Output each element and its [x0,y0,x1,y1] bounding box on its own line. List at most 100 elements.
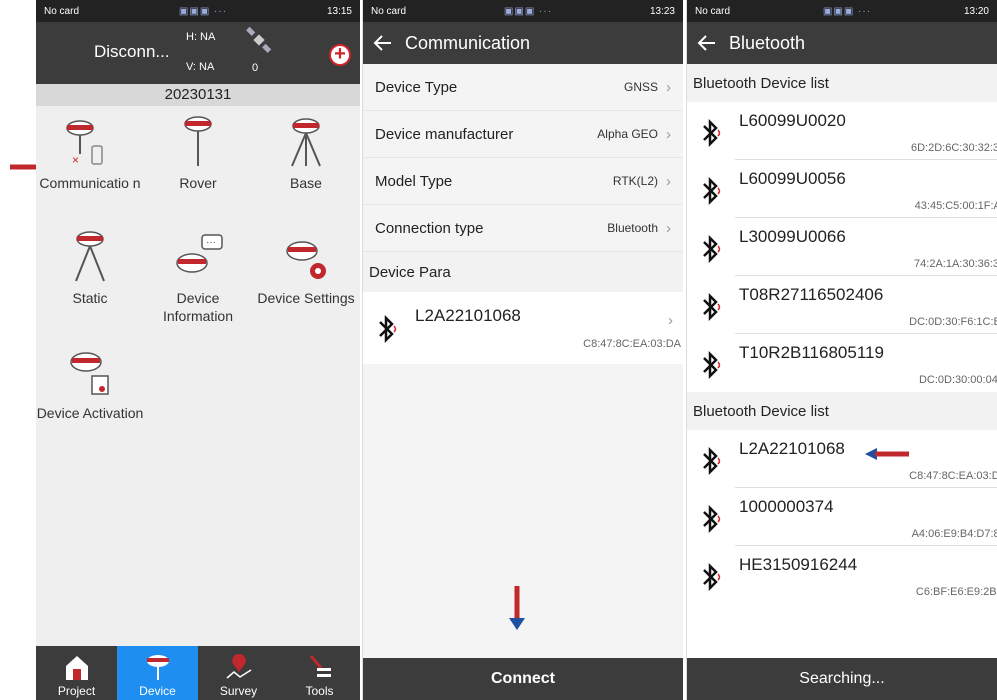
satellite-count: 0 [252,62,259,74]
status-icons: ▣▣▣ ··· [178,5,228,17]
device-row[interactable]: L2A22101068 › C8:47:8C:EA:03:DA [363,292,683,364]
device-name: T10R2B116805119 [739,343,884,362]
bluetooth-device-row[interactable]: 1000000374 A4:06:E9:B4:D7:8A [687,488,997,546]
device-mac: A4:06:E9:B4:D7:8A [911,528,997,540]
page-title: Communication [405,32,531,53]
carrier-text: No card [371,5,407,17]
tools-icon [309,655,331,677]
status-bar: No card ▣▣▣ ··· 13:15 [36,0,360,22]
tile-rover[interactable]: Rover [144,106,252,221]
tab-project[interactable]: Project [36,646,117,700]
add-button[interactable]: + [329,44,351,66]
header-bar: Bluetooth [687,22,997,64]
setting-device-manufacturer[interactable]: Device manufacturer Alpha GEO › [363,111,683,158]
chevron-right-icon: › [666,125,671,143]
bluetooth-icon [703,562,721,592]
device-name: L60099U0056 [739,169,846,188]
base-icon [291,118,321,167]
tile-label: Device Settings [257,290,355,306]
bluetooth-icon [703,504,721,534]
device-mac: 43:45:C5:00:1F:A4 [914,200,997,212]
page-title: Bluetooth [729,32,806,53]
communication-icon: × [66,120,103,167]
tile-static[interactable]: Static [36,221,144,336]
status-icons: ▣▣▣ ··· [503,5,553,17]
setting-device-type[interactable]: Device Type GNSS › [363,64,683,111]
clock: 13:15 [326,5,352,17]
back-arrow-icon[interactable] [697,33,717,53]
device-mac: C8:47:8C:EA:03:DA [909,470,997,482]
tab-tools[interactable]: Tools [279,646,360,700]
tile-label: Device Activation [36,405,144,421]
bluetooth-icon [703,118,721,148]
tile-label: Static [72,290,108,306]
chevron-right-icon: › [666,172,671,190]
header-bar: Disconn... H: NA V: NA 0 + [36,22,360,84]
device-mac: C6:BF:E6:E9:2B:E [915,586,997,598]
device-mac: DC:0D:30:F6:1C:B7 [909,316,997,328]
device-name: 1000000374 [739,497,834,516]
device-name: L60099U0020 [739,111,846,130]
carrier-text: No card [695,5,731,17]
bluetooth-device-row[interactable]: L2A22101068 C8:47:8C:EA:03:DA [687,430,997,488]
tile-device-settings[interactable]: Device Settings [252,221,360,336]
searching-button[interactable]: Searching... [687,658,997,700]
device-name: L2A22101068 [415,306,521,325]
device-information-icon: ··· [176,234,223,273]
rover-icon [184,116,212,166]
svg-text:×: × [72,153,79,167]
annotation-arrow-left-icon [865,448,909,460]
device-panel: No card ▣▣▣ ··· 13:15 Disconn... H: NA V… [36,0,360,700]
device-mac: 6D:2D:6C:30:32:3C [911,142,997,154]
status-bar: No card ▣▣▣ ··· 13:23 [363,0,683,22]
bluetooth-device-row[interactable]: T08R27116502406 DC:0D:30:F6:1C:B7 [687,276,997,334]
tile-label: Base [290,175,322,191]
tab-device[interactable]: Device [117,646,198,700]
bluetooth-device-row[interactable]: L60099U0020 6D:2D:6C:30:32:3C [687,102,997,160]
device-name: L2A22101068 [739,439,845,458]
device-name: L30099U0066 [739,227,846,246]
section-bluetooth-list: Bluetooth Device list [687,392,997,430]
tile-device-activation[interactable]: Device Activation [36,336,144,451]
device-icon [146,655,169,680]
connect-button[interactable]: Connect [363,658,683,700]
status-bar: No card ▣▣▣ ··· 13:20 [687,0,997,22]
device-name: HE3150916244 [739,555,858,574]
satellite-icon [246,26,272,53]
tile-label: Device Information [162,290,234,324]
device-name: T08R27116502406 [739,285,884,304]
setting-model-type[interactable]: Model Type RTK(L2) › [363,158,683,205]
setting-connection-type[interactable]: Connection type Bluetooth › [363,205,683,252]
tile-base[interactable]: Base [252,106,360,221]
bluetooth-device-row[interactable]: HE3150916244 C6:BF:E6:E9:2B:E [687,546,997,604]
back-arrow-icon[interactable] [373,33,393,53]
bluetooth-panel: No card ▣▣▣ ··· 13:20 Bluetooth Bluetoot… [686,0,997,700]
bluetooth-device-row[interactable]: L60099U0056 43:45:C5:00:1F:A4 [687,160,997,218]
device-mac: C8:47:8C:EA:03:DA [583,338,681,350]
tab-survey[interactable]: Survey [198,646,279,700]
annotation-arrow-down-icon [509,586,525,630]
chevron-right-icon: › [666,78,671,96]
bluetooth-device-row[interactable]: T10R2B116805119 DC:0D:30:00:04:1 [687,334,997,392]
device-activation-icon [70,352,109,395]
tile-label: Communicatio n [39,175,141,191]
device-mac: DC:0D:30:00:04:1 [918,374,997,386]
svg-text:···: ··· [206,237,216,248]
bluetooth-icon [703,350,721,380]
bluetooth-icon [379,314,397,344]
v-precision: V: NA [186,61,215,73]
project-icon [65,656,88,680]
bluetooth-icon [703,176,721,206]
tile-label: Rover [179,175,217,191]
static-icon [75,231,105,282]
status-icons: ▣▣▣ ··· [822,5,872,17]
tile-communication[interactable]: × Communicatio n [36,106,144,221]
project-date: 20230131 [36,84,360,106]
carrier-text: No card [44,5,80,17]
clock: 13:23 [649,5,675,17]
bluetooth-icon [703,292,721,322]
tile-device-information[interactable]: ··· Device Information [144,221,252,336]
bluetooth-device-row[interactable]: L30099U0066 74:2A:1A:30:36:3C [687,218,997,276]
bluetooth-icon [703,234,721,264]
survey-icon [226,654,251,679]
